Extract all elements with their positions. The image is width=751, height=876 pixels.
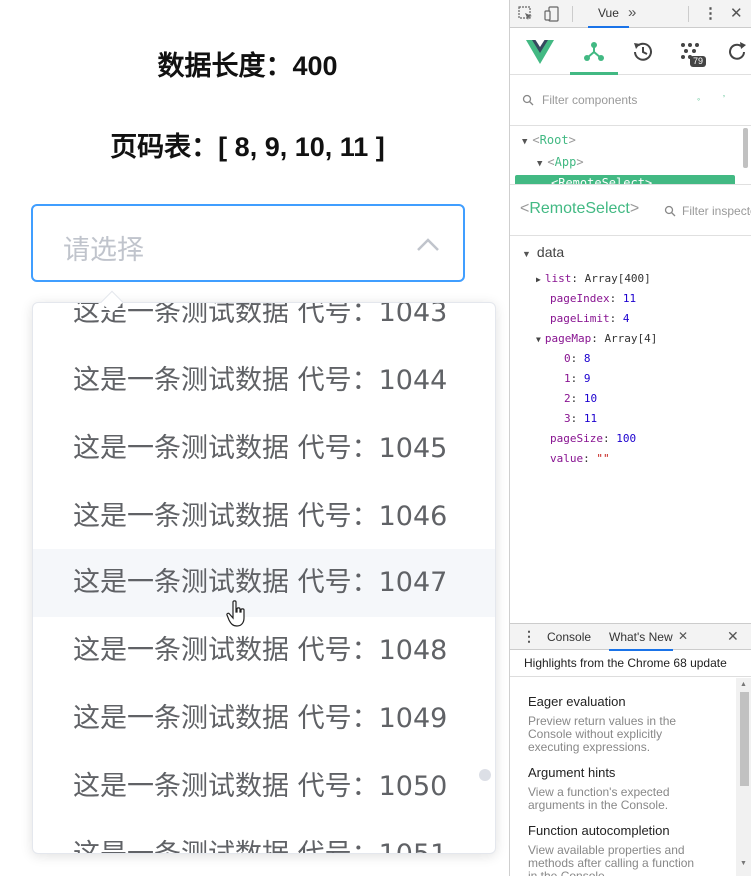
prop-list[interactable]: ▶ list: Array[400] [536, 272, 651, 287]
feature-description: Preview return values in the Console wit… [528, 714, 677, 754]
feature-title: Function autocompletion [528, 823, 670, 838]
select-placeholder: 请选择 [63, 235, 144, 266]
inspected-component-name: <RemoteSelect> [520, 200, 640, 217]
feature-title: Argument hints [528, 765, 616, 780]
search-icon [664, 205, 676, 217]
component-filter-row: ◦ ʼ [510, 76, 751, 126]
tree-node-root[interactable]: ▼ <Root> [522, 133, 576, 147]
history-icon[interactable] [630, 39, 656, 65]
data-section-toggle[interactable]: ▼ data [522, 244, 564, 260]
prop-pageMap-item[interactable]: 0: 8 [564, 352, 591, 366]
page-map-label: 页码表：[ 8, 9, 10, 11 ] [110, 132, 385, 162]
drawer-menu-icon[interactable]: ⋮ [522, 628, 536, 645]
chevron-up-icon[interactable] [415, 234, 441, 254]
tree-node-app[interactable]: ▼ <App> [537, 155, 584, 169]
vue-devtools-toolbar: 79 [510, 29, 751, 75]
prop-pageMap-item[interactable]: 3: 11 [564, 412, 597, 426]
prop-pageMap[interactable]: ▼ pageMap: Array[4] [536, 332, 657, 347]
filter-components-input[interactable] [540, 92, 690, 108]
select-option[interactable]: 这是一条测试数据 代号：1043 [33, 303, 495, 347]
select-option[interactable]: 这是一条测试数据 代号：1048 [33, 617, 495, 685]
scrollbar-thumb[interactable] [740, 692, 749, 786]
components-icon[interactable] [581, 39, 607, 65]
close-icon[interactable]: ✕ [730, 4, 743, 22]
data-length-label: 数据长度：400 [157, 51, 338, 81]
tree-node-selected[interactable]: <RemoteSelect> [515, 175, 735, 184]
remote-select-input[interactable]: 请选择 [31, 204, 465, 282]
prop-pageSize[interactable]: pageSize: 100 [550, 432, 636, 446]
collapsed-arrow-icon[interactable]: ▶ [536, 275, 541, 284]
select-component-icon[interactable]: ◦ [697, 94, 700, 104]
prop-pageIndex[interactable]: pageIndex: 11 [550, 292, 636, 306]
feature-description: View a function's expected arguments in … [528, 785, 670, 812]
prop-pageLimit[interactable]: pageLimit: 4 [550, 312, 629, 326]
devtools-tabbar: Vue » ⋮ ✕ [510, 0, 751, 28]
component-tree: ▼ <Root> ▼ <App> <RemoteSelect> [510, 127, 751, 185]
hand-pointer-icon [226, 600, 245, 627]
divider [688, 6, 689, 22]
filter-inspected-data-input[interactable] [680, 203, 751, 219]
select-option[interactable]: 这是一条测试数据 代号：1044 [33, 347, 495, 415]
device-toggle-icon[interactable] [544, 6, 560, 22]
format-toggle-icon[interactable]: ʼ [723, 94, 725, 104]
inspector-header: <RemoteSelect> [510, 186, 751, 236]
vue-logo-icon [526, 40, 554, 64]
search-icon [522, 94, 534, 106]
close-tab-icon[interactable]: ✕ [678, 629, 688, 643]
inspect-element-icon[interactable] [518, 6, 534, 22]
prop-pageMap-item[interactable]: 1: 9 [564, 372, 591, 386]
select-option[interactable]: 这是一条测试数据 代号：1050 [33, 753, 495, 821]
more-tabs-button[interactable]: » [628, 4, 636, 21]
whats-new-content: Eager evaluation Preview return values i… [510, 678, 736, 876]
whats-new-header: Highlights from the Chrome 68 update [510, 651, 751, 677]
active-tab-indicator [570, 72, 618, 75]
expand-arrow-icon[interactable]: ▼ [522, 249, 531, 259]
close-drawer-icon[interactable]: ✕ [727, 628, 739, 645]
select-option[interactable]: 这是一条测试数据 代号：1051 [33, 821, 495, 853]
feature-description: View available properties and methods af… [528, 843, 695, 876]
divider [572, 6, 573, 22]
prop-value[interactable]: value: "" [550, 452, 610, 466]
select-option[interactable]: 这是一条测试数据 代号：1049 [33, 685, 495, 753]
scroll-up-icon[interactable]: ▲ [740, 681, 747, 688]
select-option[interactable]: 这是一条测试数据 代号：1045 [33, 415, 495, 483]
select-option[interactable]: 这是一条测试数据 代号：1046 [33, 483, 495, 551]
select-dropdown: 这是一条测试数据 代号：1043 这是一条测试数据 代号：1044 这是一条测试… [32, 302, 496, 854]
tree-scrollbar-thumb[interactable] [743, 128, 748, 168]
expand-arrow-icon[interactable]: ▼ [537, 159, 542, 169]
dropdown-scrollbar-thumb[interactable] [479, 769, 491, 781]
events-count-badge: 79 [690, 56, 707, 67]
tab-console[interactable]: Console [547, 630, 591, 644]
prop-pageMap-item[interactable]: 2: 10 [564, 392, 597, 406]
whats-new-scrollbar[interactable]: ▲ ▼ [736, 678, 751, 876]
expand-arrow-icon[interactable]: ▼ [536, 335, 541, 344]
feature-title: Eager evaluation [528, 694, 626, 709]
tab-whats-new[interactable]: What's New [609, 630, 673, 651]
select-option-hovered[interactable]: 这是一条测试数据 代号：1047 [33, 549, 495, 617]
kebab-menu-icon[interactable]: ⋮ [703, 4, 718, 22]
expand-arrow-icon[interactable]: ▼ [522, 137, 527, 147]
demo-app: 数据长度：400 页码表：[ 8, 9, 10, 11 ] 请选择 这是一条测试… [0, 0, 509, 876]
tab-vue[interactable]: Vue [588, 0, 629, 28]
refresh-icon[interactable] [724, 39, 750, 65]
scroll-down-icon[interactable]: ▼ [740, 860, 747, 867]
drawer-tabbar: ⋮ Console What's New ✕ ✕ [510, 623, 751, 651]
devtools-panel: Vue » ⋮ ✕ 79 Filter components ◦ ʼ ▼ <Ro… [509, 0, 751, 876]
